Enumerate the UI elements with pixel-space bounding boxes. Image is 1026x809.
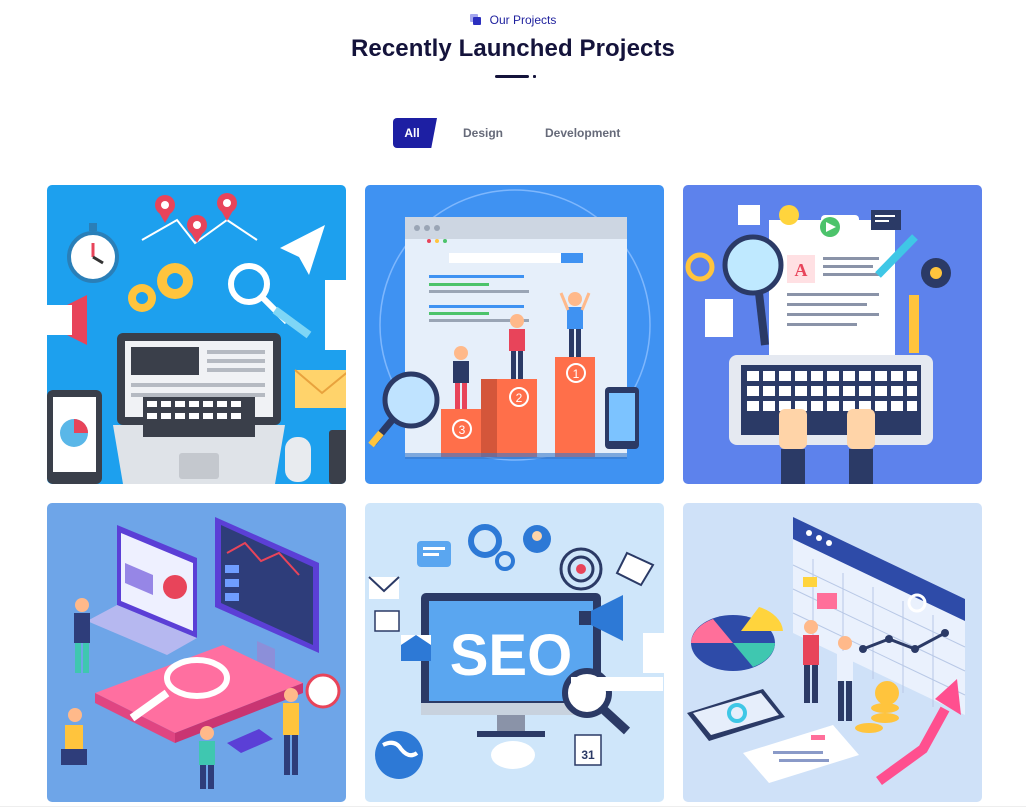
- seo-screen-text: SEO: [450, 623, 573, 688]
- seo-ranking-podium-illustration: 3 2 1: [368, 189, 651, 461]
- document-letter: A: [795, 260, 808, 280]
- filter-design-button[interactable]: Design: [463, 118, 503, 148]
- project-filters: All Design Development: [393, 118, 620, 148]
- filter-development-button[interactable]: Development: [545, 118, 620, 148]
- project-card-3[interactable]: A: [683, 185, 982, 484]
- seo-monitor-illustration: SEO 31: [368, 524, 664, 779]
- podium-rank-1: 1: [573, 367, 580, 381]
- podium-rank-2: 2: [516, 391, 523, 405]
- podium-rank-3: 3: [459, 423, 466, 437]
- stacked-squares-icon: [469, 14, 482, 26]
- calendar-day-text: 31: [581, 748, 595, 762]
- digital-marketing-laptop-illustration: [47, 193, 346, 484]
- content-writing-keyboard-illustration: A: [685, 205, 951, 484]
- business-calendar-charts-illustration: [687, 517, 966, 786]
- section-title: Recently Launched Projects: [350, 35, 676, 62]
- project-card-2[interactable]: 3 2 1: [365, 185, 664, 484]
- section-eyebrow: Our Projects: [0, 11, 1026, 29]
- project-card-4[interactable]: [47, 503, 346, 802]
- project-card-6[interactable]: [683, 503, 982, 802]
- filter-all-button[interactable]: All: [393, 118, 437, 148]
- title-underline: [495, 75, 539, 79]
- project-card-5[interactable]: SEO 31: [365, 503, 664, 802]
- project-card-1[interactable]: [47, 185, 346, 484]
- section-bottom-border: [0, 806, 1026, 807]
- eyebrow-label: Our Projects: [489, 13, 557, 27]
- isometric-seo-analytics-illustration: [61, 517, 341, 789]
